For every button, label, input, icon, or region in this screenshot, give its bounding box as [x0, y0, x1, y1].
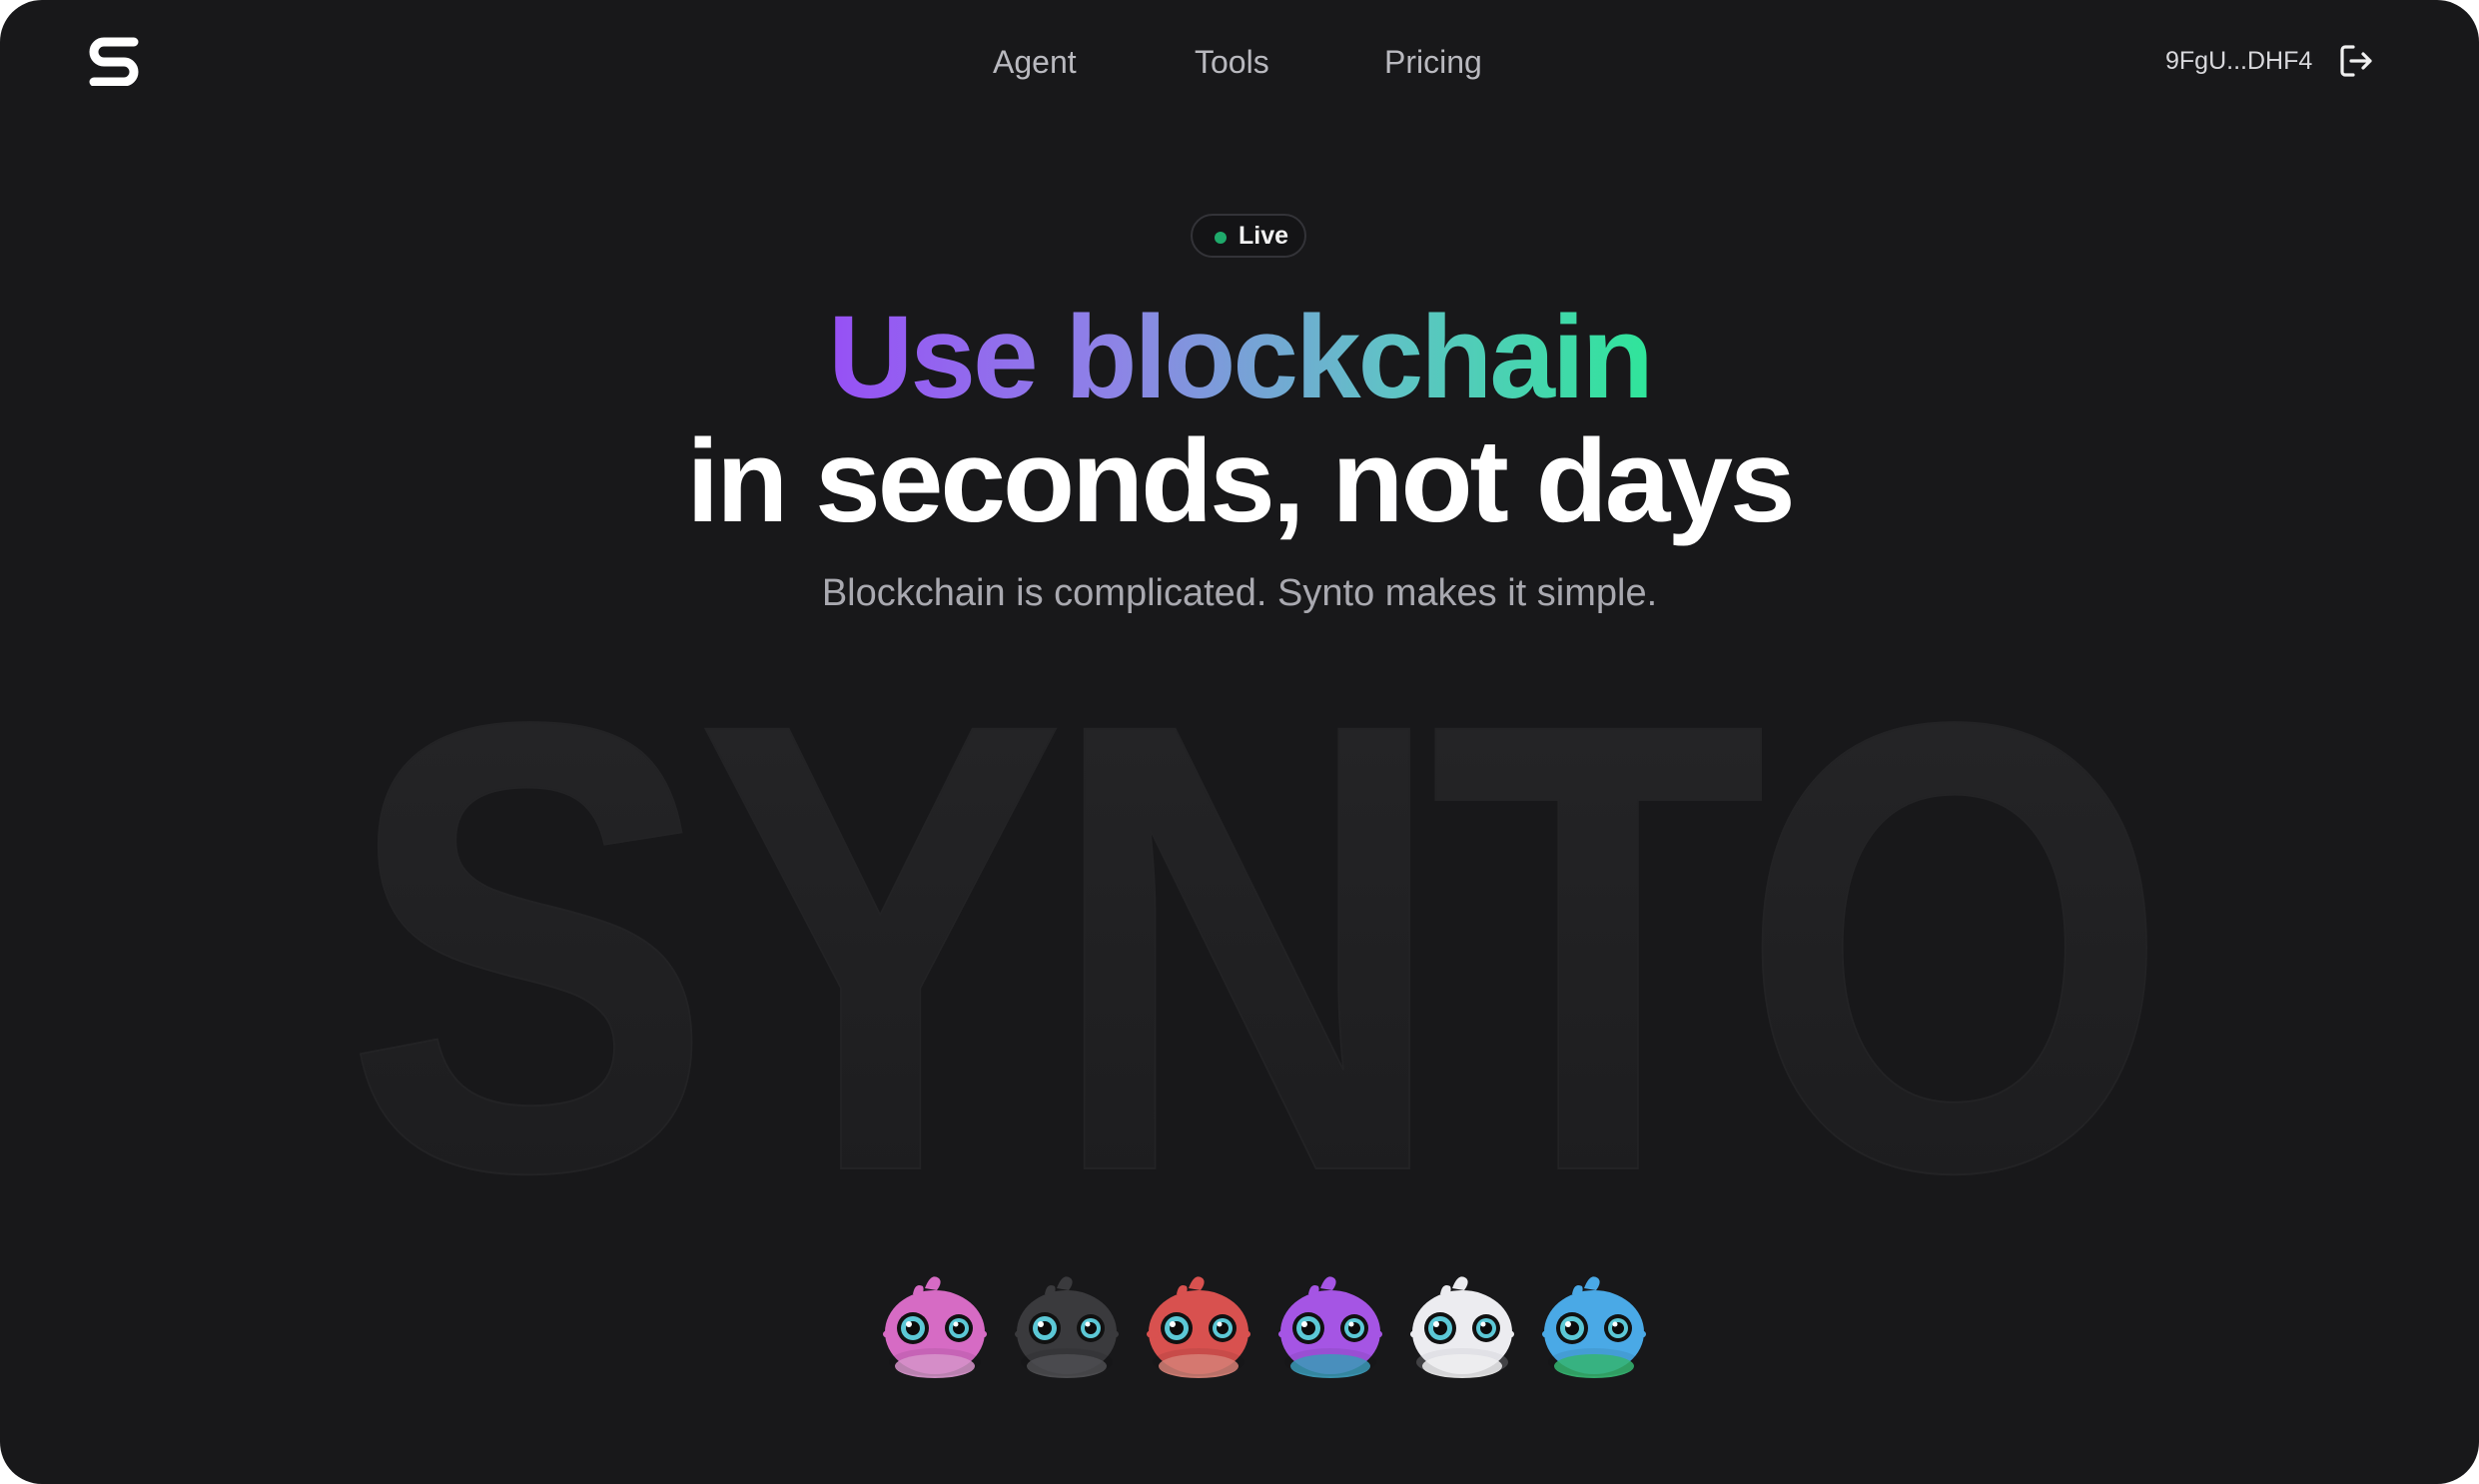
app-window: Agent Tools Pricing 9FgU...DHF4 Live Use… [0, 0, 2479, 1484]
red-dino-mascot-icon [1147, 1276, 1250, 1378]
blue-dino-mascot-icon [1542, 1276, 1646, 1378]
live-badge: Live [1191, 214, 1306, 258]
synto-logo-icon[interactable] [88, 34, 140, 86]
headline-line-1: Use blockchain [828, 292, 1654, 423]
logout-icon[interactable] [2337, 42, 2375, 80]
black-dino-mascot-icon [1015, 1276, 1119, 1378]
synto-watermark: SYNTO [344, 659, 2157, 1218]
nav-pricing[interactable]: Pricing [1384, 38, 1482, 86]
purple-dino-mascot-icon [1278, 1276, 1382, 1378]
nav-tools[interactable]: Tools [1195, 38, 1269, 86]
hero-subtitle: Blockchain is complicated. Synto makes i… [821, 572, 1658, 614]
headline-line-2: in seconds, not days [686, 415, 1795, 547]
live-badge-label: Live [1239, 222, 1289, 250]
white-dino-mascot-icon [1410, 1276, 1514, 1378]
live-status-dot [1215, 232, 1227, 244]
pink-dino-mascot-icon [883, 1276, 987, 1378]
nav-agent[interactable]: Agent [993, 38, 1077, 86]
wallet-address[interactable]: 9FgU...DHF4 [2165, 42, 2312, 80]
headline-gradient: Use blockchain [0, 288, 2479, 427]
watermark-text: SYNTO [345, 659, 2154, 1218]
